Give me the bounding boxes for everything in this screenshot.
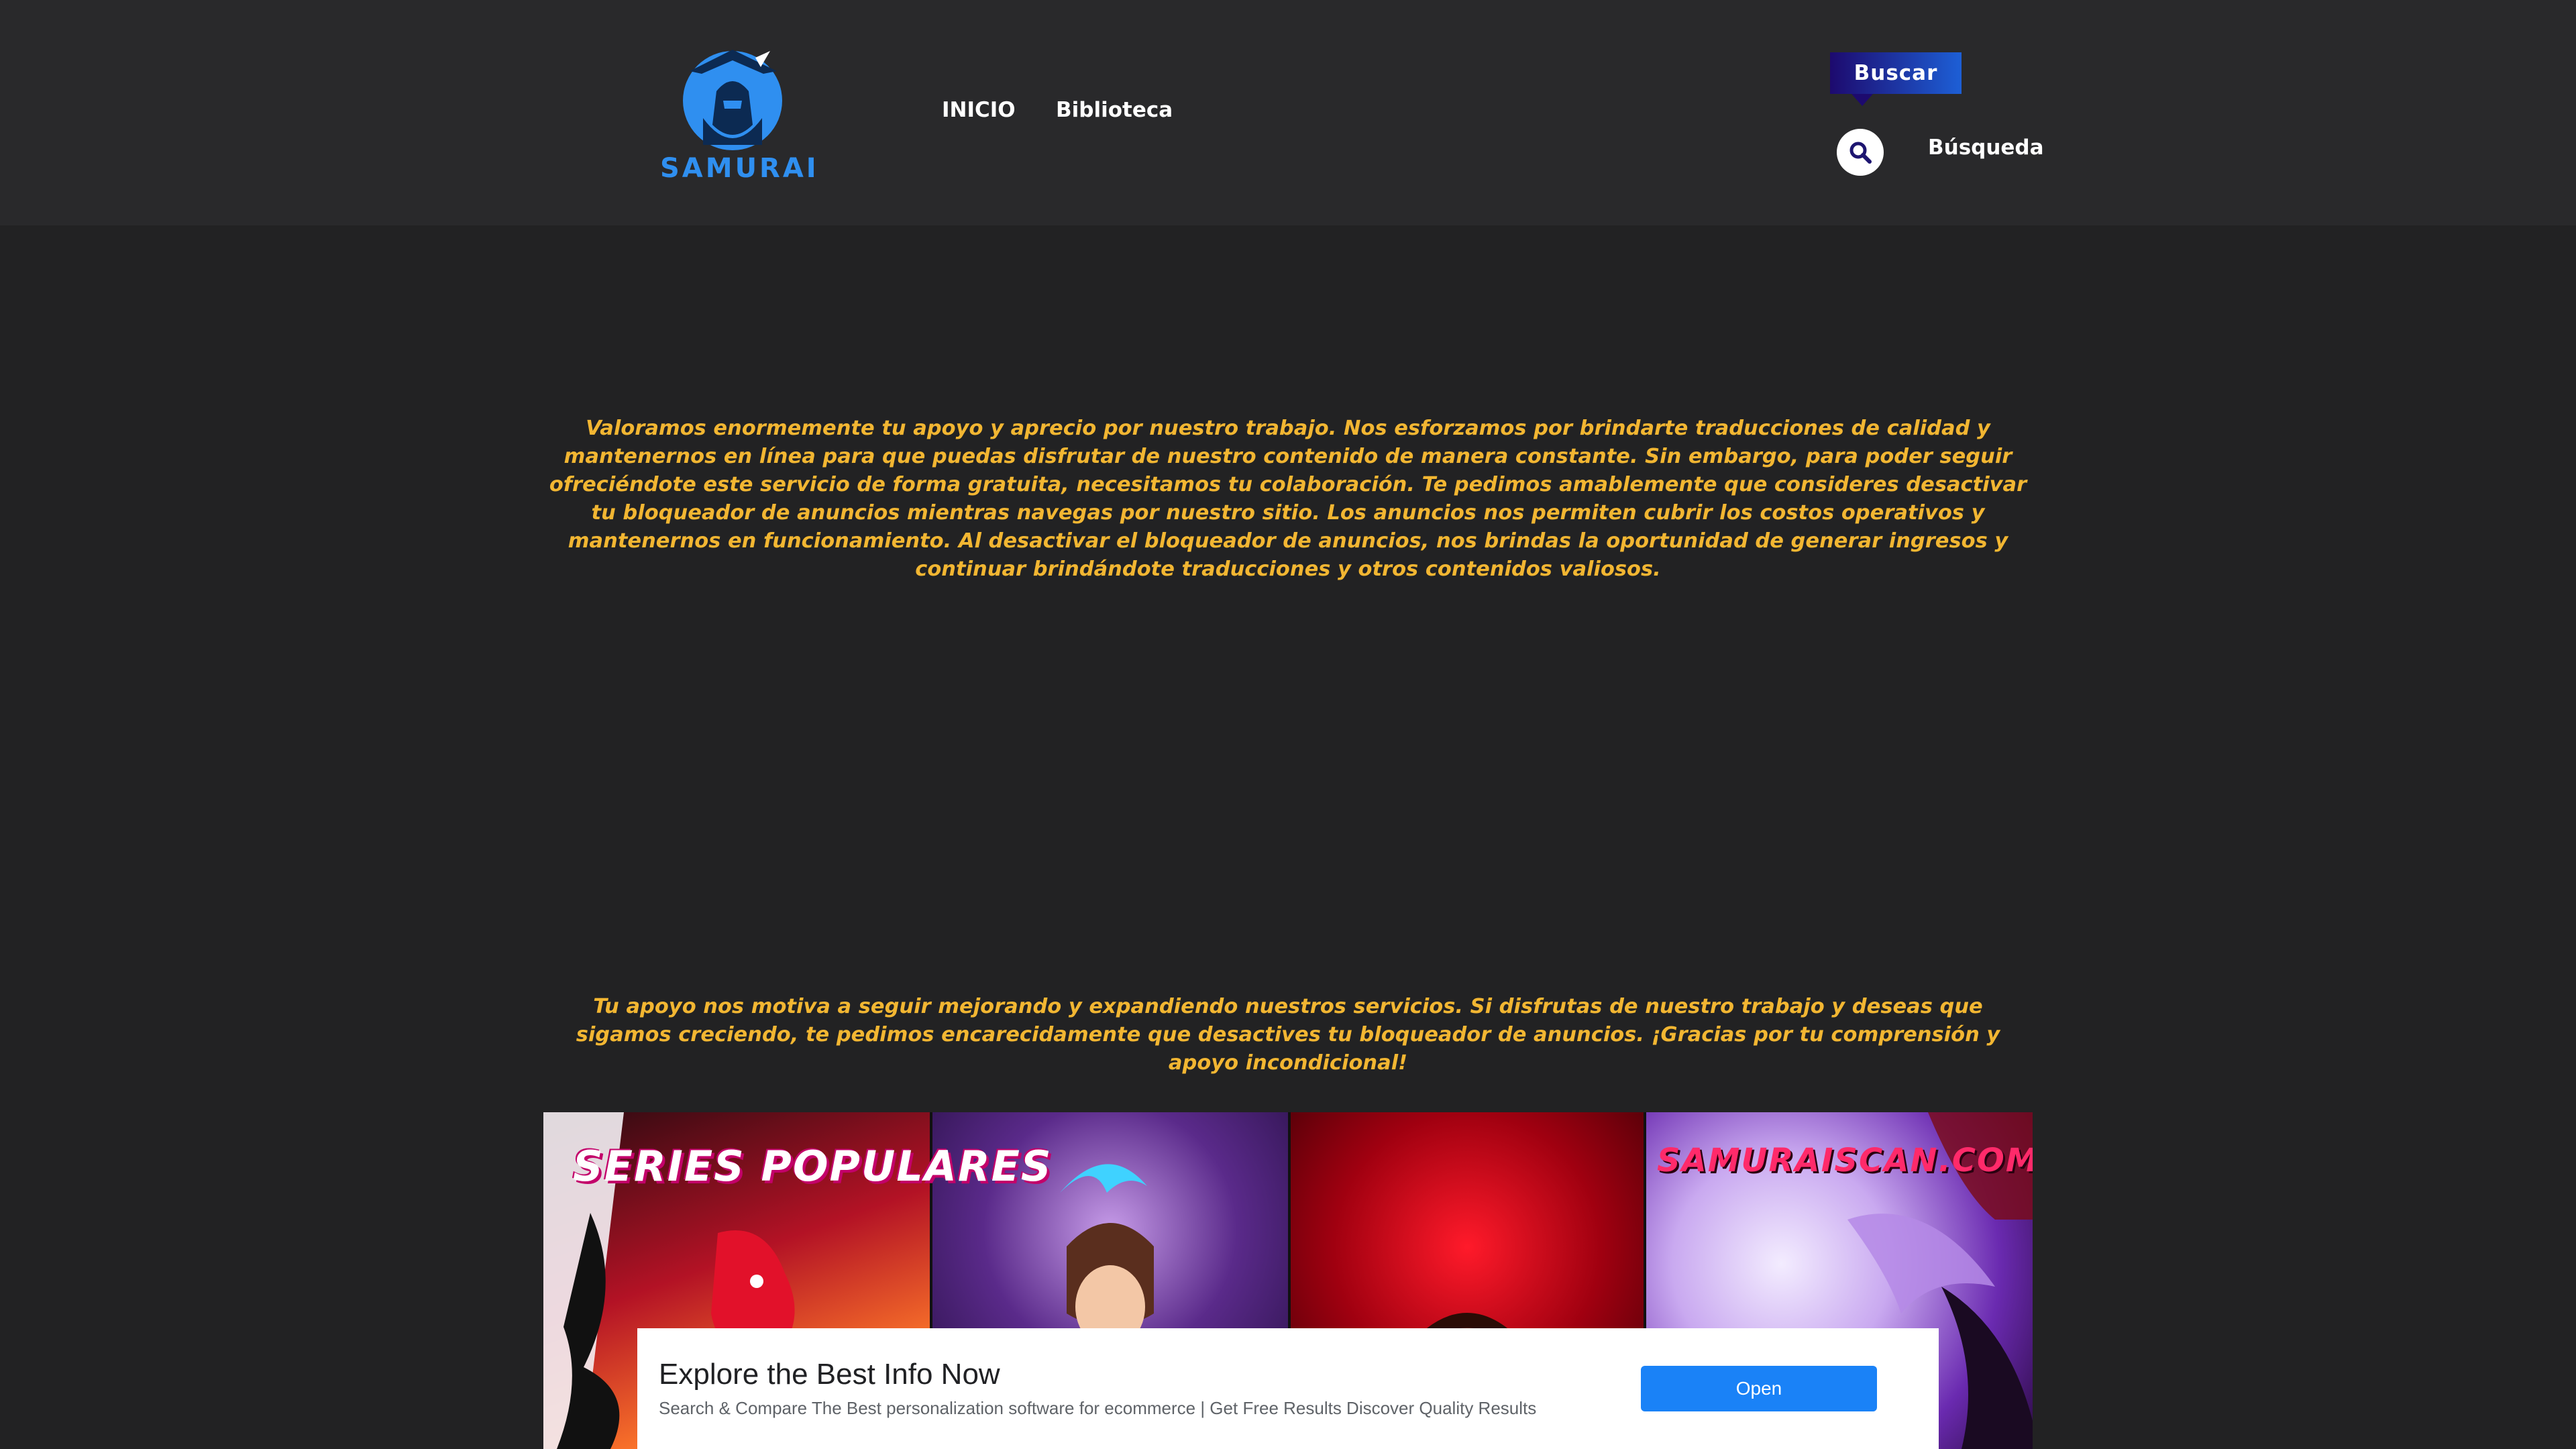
samurai-logo-icon [683,50,782,150]
adblock-notice-closing: Tu apoyo nos motiva a seguir mejorando y… [576,995,2000,1075]
adblock-notice-paragraph: Valoramos enormemente tu apoyo y aprecio… [549,417,2027,581]
search-icon [1849,142,1872,164]
search-button[interactable] [1837,129,1884,176]
search-label[interactable]: Búsqueda [1928,136,2044,160]
ad-open-button[interactable]: Open [1641,1366,1877,1411]
nav-inicio[interactable]: INICIO [942,98,1016,122]
ad-description: Search & Compare The Best personalizatio… [659,1398,1537,1418]
logo-text: SAMURAI [660,153,819,184]
banner-title-left: SERIES POPULARES [573,1142,1053,1191]
search-tooltip: Buscar [1830,52,1962,94]
banner-title-right: SAMURAISCAN.COM [1657,1142,2033,1179]
nav-biblioteca[interactable]: Biblioteca [1056,98,1173,122]
ad-title[interactable]: Explore the Best Info Now [659,1358,1000,1391]
site-header: SAMURAI INICIO Biblioteca Buscar Búsqued… [0,0,2576,225]
ad-banner[interactable]: Explore the Best Info Now Search & Compa… [637,1328,1939,1449]
tooltip-arrow [1851,94,1873,106]
site-logo[interactable]: SAMURAI [660,44,819,184]
